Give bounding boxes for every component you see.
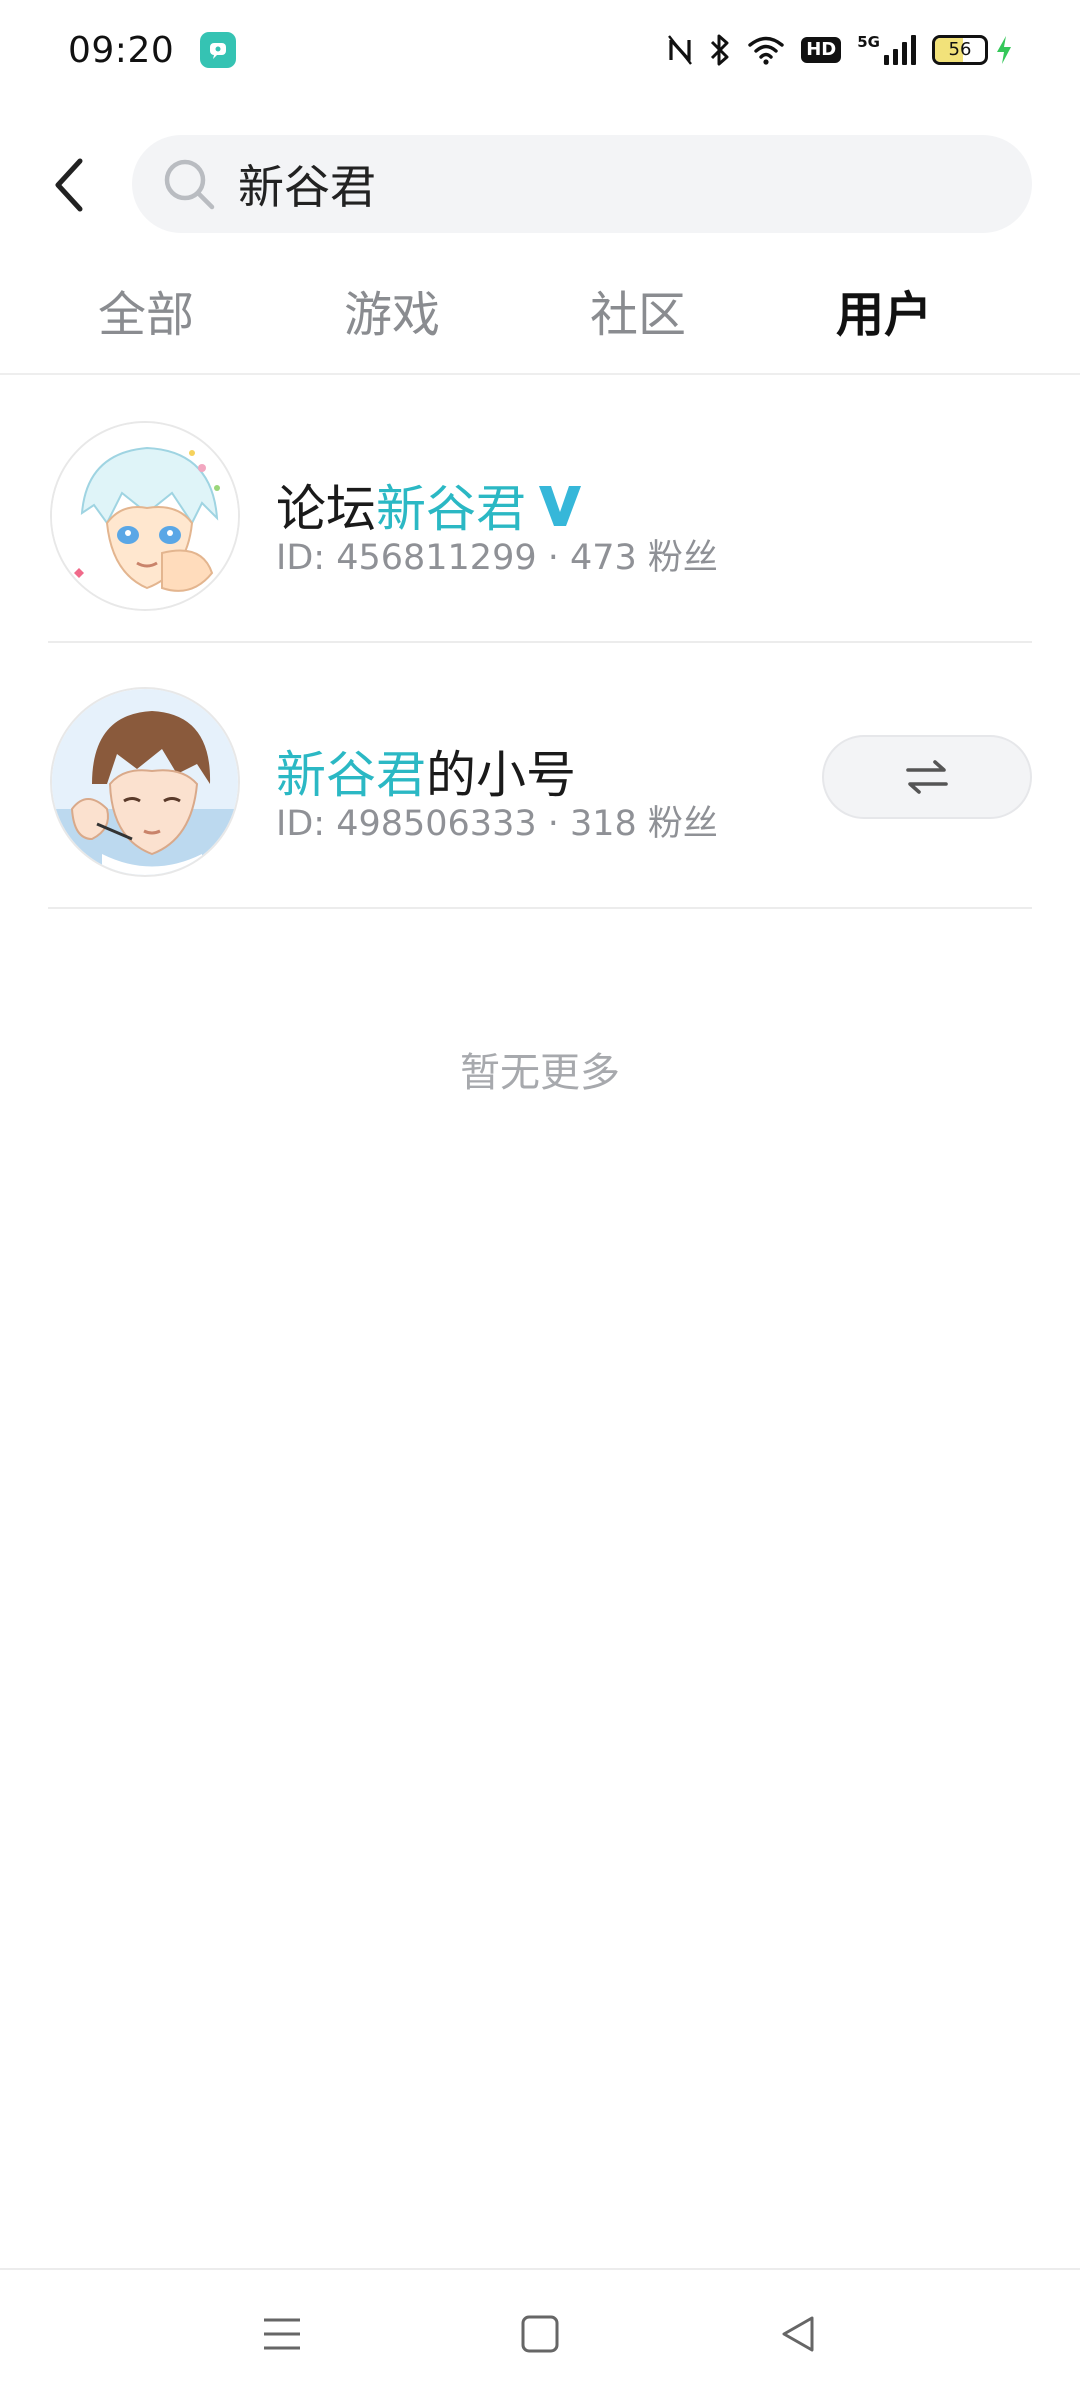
user-meta: ID: 456811299 · 473 粉丝 [276, 538, 718, 578]
back-icon [782, 2316, 814, 2352]
back-arrow-icon [55, 158, 83, 212]
user-result-list: 论坛 新谷君 ID: 456811299 · 473 粉丝 新谷君 的小号 ID… [0, 377, 1080, 909]
swap-arrows-icon [906, 760, 948, 794]
tab-all[interactable]: 全部 [66, 275, 226, 355]
status-icons: HD 5G 56 [667, 30, 1014, 70]
tab-bar: 全部 游戏 社区 用户 [0, 265, 1080, 375]
wifi-icon [747, 35, 785, 65]
tab-label: 游戏 [343, 287, 440, 343]
menu-icon [264, 2318, 300, 2350]
search-box[interactable] [132, 135, 1032, 233]
home-button[interactable] [510, 2304, 570, 2364]
search-header [0, 130, 1080, 240]
nav-back-button[interactable] [768, 2304, 828, 2364]
no-more-text: 暂无更多 [460, 1050, 620, 1096]
signal-icon: 5G [857, 35, 916, 65]
app-notification-icon [200, 32, 237, 68]
battery-icon: 56 [932, 35, 988, 65]
tab-label: 社区 [589, 287, 686, 343]
tab-label: 全部 [97, 287, 194, 343]
menu-button[interactable] [252, 2304, 312, 2364]
user-meta: ID: 498506333 · 318 粉丝 [276, 804, 718, 844]
battery-level: 56 [948, 39, 972, 60]
screen: 09:20 HD 5G 56 新谷君 全部 游戏 社区 用户 论坛 新谷君 ID… [0, 0, 1080, 2400]
list-item[interactable]: 论坛 新谷君 ID: 456811299 · 473 粉丝 [48, 377, 1032, 643]
verified-icon [536, 482, 584, 528]
network-type-label: 5G [857, 33, 880, 51]
tab-games[interactable]: 游戏 [312, 275, 472, 355]
tab-users[interactable]: 用户 [804, 275, 964, 355]
avatar[interactable] [50, 687, 240, 877]
search-icon [164, 159, 215, 210]
search-input[interactable] [238, 157, 938, 211]
charging-icon [994, 34, 1014, 66]
system-nav-bar [0, 2268, 1080, 2400]
hd-icon: HD [801, 37, 842, 63]
status-time: 09:20 [68, 29, 175, 71]
avatar[interactable] [50, 421, 240, 611]
home-icon [521, 2315, 559, 2353]
bluetooth-icon [709, 33, 731, 67]
switch-account-button[interactable] [822, 735, 1032, 819]
tab-label: 用户 [835, 287, 932, 343]
nfc-icon [667, 34, 693, 66]
list-item[interactable]: 新谷君 的小号 ID: 498506333 · 318 粉丝 [48, 643, 1032, 909]
status-bar: 09:20 HD 5G 56 [0, 0, 1080, 100]
tab-community[interactable]: 社区 [558, 275, 718, 355]
back-button[interactable] [40, 150, 100, 220]
